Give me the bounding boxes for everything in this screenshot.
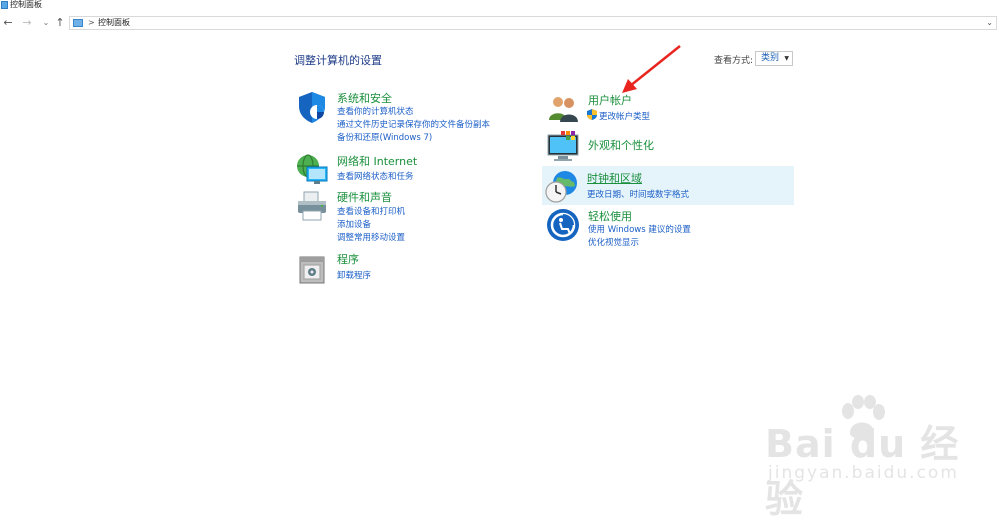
link-add-device[interactable]: 添加设备 (337, 218, 371, 230)
appearance-icon[interactable] (546, 129, 580, 163)
category-heading[interactable]: 硬件和声音 (337, 189, 392, 205)
link-uninstall-program[interactable]: 卸载程序 (337, 269, 371, 281)
category-heading[interactable]: 用户帐户 (588, 92, 632, 108)
clock-globe-icon[interactable] (545, 170, 579, 204)
back-arrow-icon[interactable]: ← (1, 16, 15, 30)
printer-icon[interactable] (295, 189, 329, 223)
link-network-status[interactable]: 查看网络状态和任务 (337, 170, 414, 182)
view-by-dropdown[interactable]: 类别 ▼ (755, 51, 793, 66)
caret-down-icon: ▼ (784, 55, 789, 62)
link-file-history[interactable]: 通过文件历史记录保存你的文件备份副本 (337, 118, 490, 130)
link-backup-restore[interactable]: 备份和还原(Windows 7) (337, 131, 432, 143)
forward-arrow-icon[interactable]: → (20, 16, 34, 30)
link-change-account-type[interactable]: 更改帐户类型 (599, 110, 650, 122)
view-by-value: 类别 (761, 53, 780, 63)
control-panel-icon (1, 1, 8, 9)
programs-icon[interactable] (295, 251, 329, 285)
accessibility-icon[interactable] (546, 208, 580, 242)
link-change-date-time[interactable]: 更改日期、时间或数字格式 (587, 188, 689, 200)
users-icon[interactable] (546, 92, 580, 126)
shield-icon[interactable] (295, 90, 329, 124)
link-optimize-display[interactable]: 优化视觉显示 (588, 236, 639, 248)
address-bar[interactable]: > 控制面板 ⌄ (69, 16, 997, 30)
category-heading[interactable]: 程序 (337, 251, 359, 267)
page-title: 调整计算机的设置 (294, 54, 382, 67)
category-heading[interactable]: 系统和安全 (337, 90, 392, 106)
category-heading[interactable]: 网络和 Internet (337, 153, 417, 169)
watermark-url: jingyan.baidu.com (768, 463, 959, 483)
link-recommended-settings[interactable]: 使用 Windows 建议的设置 (588, 223, 691, 235)
view-by-label: 查看方式: (714, 56, 754, 66)
link-view-computer-status[interactable]: 查看你的计算机状态 (337, 105, 414, 117)
link-mobility-settings[interactable]: 调整常用移动设置 (337, 231, 405, 243)
chevron-down-icon[interactable]: ⌄ (986, 17, 993, 29)
link-devices-printers[interactable]: 查看设备和打印机 (337, 205, 405, 217)
uac-shield-icon (587, 109, 597, 120)
up-arrow-icon[interactable]: ↑ (53, 16, 67, 30)
category-heading[interactable]: 时钟和区域 (587, 170, 642, 186)
globe-network-icon[interactable] (295, 153, 329, 187)
category-heading[interactable]: 轻松使用 (588, 208, 632, 224)
title-bar: 控制面板 (0, 0, 1000, 12)
category-heading[interactable]: 外观和个性化 (588, 137, 654, 153)
baidu-watermark: Bai du 经验 jingyan.baidu.com (760, 395, 990, 521)
control-panel-icon (73, 19, 83, 27)
window-title: 控制面板 (10, 0, 42, 9)
chevron-right-icon[interactable]: > (88, 17, 95, 29)
navigation-bar: ← → ⌄ ↑ > 控制面板 ⌄ (0, 15, 1000, 33)
breadcrumb-control-panel[interactable]: 控制面板 (98, 17, 130, 29)
recent-locations-icon[interactable]: ⌄ (39, 16, 53, 30)
